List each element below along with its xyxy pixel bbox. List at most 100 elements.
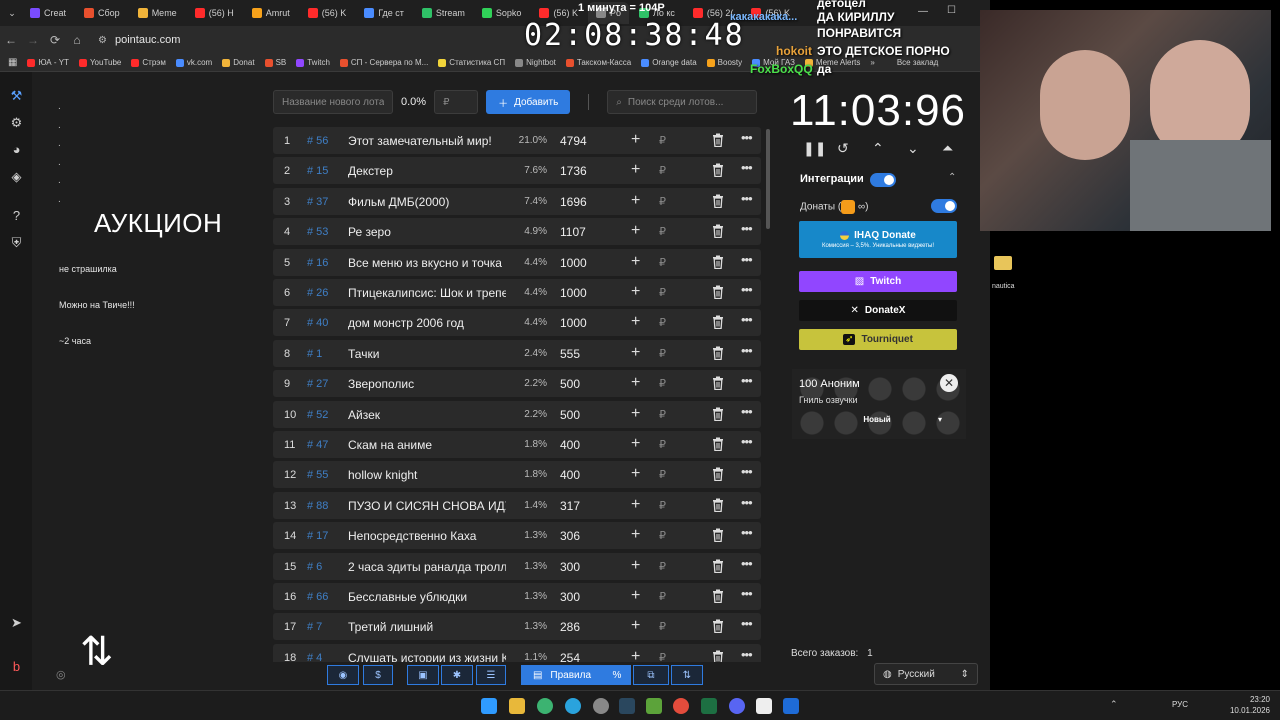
add-amount-icon[interactable]: + xyxy=(631,557,640,575)
lot-amount[interactable]: 1000 xyxy=(560,256,587,270)
percent-toggle[interactable]: % xyxy=(603,665,631,685)
increase-icon[interactable]: ⌃ xyxy=(872,140,884,157)
bookmark-item[interactable]: Nightbot xyxy=(515,58,556,67)
more-icon[interactable]: ••• xyxy=(741,434,753,449)
apps-icon[interactable]: ▦ xyxy=(8,57,17,68)
back-icon[interactable]: ← xyxy=(0,33,22,47)
minecraft-icon[interactable] xyxy=(646,698,662,714)
layers-icon[interactable]: ◈ xyxy=(9,169,24,184)
lot-row[interactable]: 5 # 16 Все меню из вкусно и точка 4.4% 1000 +… xyxy=(273,248,761,276)
excel-icon[interactable] xyxy=(701,698,717,714)
currency-input[interactable]: ₽ xyxy=(659,134,666,147)
hammer-icon[interactable]: ⚒ xyxy=(9,88,24,103)
browser-icon[interactable] xyxy=(673,698,689,714)
add-amount-icon[interactable]: + xyxy=(631,405,640,423)
lot-amount[interactable]: 1736 xyxy=(560,164,587,178)
tray-language[interactable]: РУС xyxy=(1172,700,1188,709)
more-icon[interactable]: ••• xyxy=(741,556,753,571)
lot-name[interactable]: ПУЗО И СИСЯН СНОВА ИДУ xyxy=(348,499,506,513)
lot-row[interactable]: 7 # 40 дом монстр 2006 год 4.4% 1000 + ₽ ••• xyxy=(273,309,761,337)
lot-amount[interactable]: 1696 xyxy=(560,195,587,209)
lot-amount[interactable]: 300 xyxy=(560,560,580,574)
amount-input[interactable]: ₽ xyxy=(434,90,479,114)
bookmark-item[interactable]: Стрэм xyxy=(131,58,166,67)
currency-input[interactable]: ₽ xyxy=(659,195,666,208)
more-icon[interactable]: ••• xyxy=(741,464,753,479)
more-icon[interactable]: ••• xyxy=(741,312,753,327)
twitch-button[interactable]: ▨ Twitch xyxy=(799,271,957,292)
more-icon[interactable]: ••• xyxy=(741,647,753,662)
bookmark-item[interactable]: ЮА - YT xyxy=(27,58,69,67)
bookmark-item[interactable]: Статистика СП xyxy=(438,58,505,67)
trash-icon[interactable] xyxy=(712,407,724,421)
bookmark-item[interactable]: SB xyxy=(264,58,286,67)
currency-input[interactable]: ₽ xyxy=(659,590,666,603)
double-up-icon[interactable]: ⏶ xyxy=(942,140,953,157)
add-amount-icon[interactable]: + xyxy=(631,496,640,514)
trash-icon[interactable] xyxy=(712,467,724,482)
maximize-icon[interactable]: ☐ xyxy=(947,5,956,16)
pause-icon[interactable]: ❚❚ xyxy=(803,140,826,157)
browser-tab[interactable]: Sopko xyxy=(474,2,530,24)
lot-name[interactable]: Фильм ДМБ(2000) xyxy=(348,195,506,209)
lot-row[interactable]: 2 # 15 Декстер 7.6% 1736 + ₽ ••• xyxy=(273,157,761,185)
reload-icon[interactable]: ⟳ xyxy=(44,33,66,47)
lot-amount[interactable]: 400 xyxy=(560,468,580,482)
add-amount-icon[interactable]: + xyxy=(631,648,640,662)
trash-icon[interactable] xyxy=(712,346,724,360)
more-icon[interactable]: ••• xyxy=(741,525,753,540)
lot-row[interactable]: 8 # 1 Тачки 2.4% 555 + ₽ ••• xyxy=(273,339,761,367)
lot-row[interactable]: 10 # 52 Айзек 2.2% 500 + ₽ ••• xyxy=(273,400,761,428)
status-select[interactable]: Новый ▾ xyxy=(802,415,952,429)
tourniquet-button[interactable]: ➶ Tourniquet xyxy=(799,329,957,350)
add-amount-icon[interactable]: + xyxy=(631,617,640,635)
lot-name[interactable]: 2 часа эдиты раналда тролл xyxy=(348,560,506,574)
obs-icon[interactable] xyxy=(593,698,609,714)
lot-name[interactable]: Бесславные ублюдки xyxy=(348,590,506,604)
trash-icon[interactable] xyxy=(712,589,724,604)
lot-amount[interactable]: 286 xyxy=(560,620,580,634)
lot-name[interactable]: Слушать истории из жизни Ка xyxy=(348,651,506,662)
donatex-button[interactable]: ✕ DonateX xyxy=(799,300,957,321)
sort-icon[interactable]: ⇅ xyxy=(671,665,703,685)
trash-icon[interactable] xyxy=(712,528,724,543)
trash-icon[interactable] xyxy=(712,498,724,512)
collapse-icon[interactable]: ⌃ xyxy=(948,172,956,183)
lot-row[interactable]: 13 # 88 ПУЗО И СИСЯН СНОВА ИДУ 1.4% 317 + ₽ ••• xyxy=(273,491,761,519)
lot-row[interactable]: 17 # 7 Третий лишний 1.3% 286 + ₽ ••• xyxy=(273,613,761,641)
add-amount-icon[interactable]: + xyxy=(631,344,640,362)
lot-row[interactable]: 14 # 17 Непосредственно Каха 1.3% 306 + ₽ ••• xyxy=(273,522,761,550)
minimize-icon[interactable]: — xyxy=(918,6,928,17)
lot-amount[interactable]: 555 xyxy=(560,347,580,361)
lot-name[interactable]: hollow knight xyxy=(348,468,506,482)
bookmark-item[interactable]: vk.com xyxy=(175,58,212,67)
list-icon[interactable]: ☰ xyxy=(476,665,506,685)
language-select[interactable]: ◍ Русский ⇕ xyxy=(874,663,978,685)
trash-icon[interactable] xyxy=(712,559,724,573)
folder-icon[interactable] xyxy=(994,256,1012,270)
trash-icon[interactable] xyxy=(712,224,724,239)
add-amount-icon[interactable]: + xyxy=(631,161,640,179)
all-bookmarks[interactable]: Все заклад xyxy=(897,58,939,67)
browser-tab[interactable]: Где ст xyxy=(356,2,412,24)
more-icon[interactable]: ••• xyxy=(741,221,753,236)
split-icon[interactable]: ⧉ xyxy=(633,665,669,685)
add-amount-icon[interactable]: + xyxy=(631,465,640,483)
steam-icon[interactable] xyxy=(619,698,635,714)
add-amount-icon[interactable]: + xyxy=(631,313,640,331)
lot-list-scrollbar[interactable] xyxy=(766,129,770,229)
currency-input[interactable]: ₽ xyxy=(659,347,666,360)
more-icon[interactable]: ••• xyxy=(741,586,753,601)
browser-tab[interactable]: Amrut xyxy=(244,2,298,24)
trash-icon[interactable] xyxy=(712,133,724,148)
settings-icon[interactable]: ⚙ xyxy=(9,115,24,130)
lot-amount[interactable]: 500 xyxy=(560,377,580,391)
boosty-icon[interactable]: b xyxy=(9,659,24,674)
trash-icon[interactable] xyxy=(712,285,724,300)
lot-amount[interactable]: 500 xyxy=(560,408,580,422)
lot-row[interactable]: 15 # 6 2 часа эдиты раналда тролл 1.3% 300 + ₽… xyxy=(273,552,761,580)
lot-row[interactable]: 3 # 37 Фильм ДМБ(2000) 7.4% 1696 + ₽ ••• xyxy=(273,187,761,215)
add-amount-icon[interactable]: + xyxy=(631,253,640,271)
chrome-icon[interactable] xyxy=(537,698,553,714)
add-amount-icon[interactable]: + xyxy=(631,222,640,240)
